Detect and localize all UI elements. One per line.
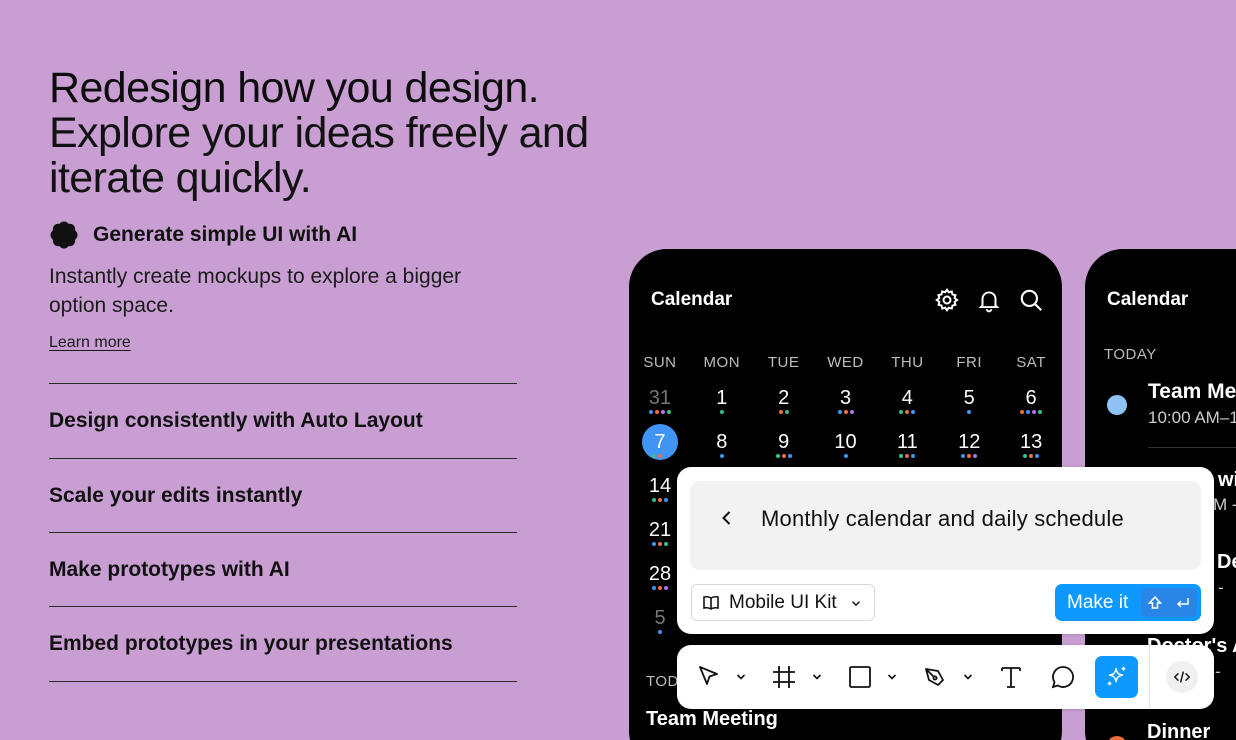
ai-flower-icon [50, 221, 78, 249]
shape-tool[interactable] [846, 663, 874, 691]
calendar-week: 7 8 9 10 11 12 13 [629, 424, 1062, 464]
calendar-day[interactable]: 1 [691, 380, 753, 420]
calendar-title: Calendar [1107, 289, 1189, 310]
feature-panel-active: Generate simple UI with AI Instantly cre… [49, 220, 519, 352]
accordion-item-scale-edits[interactable]: Scale your edits instantly [49, 458, 517, 532]
ai-prompt-panel: Monthly calendar and daily schedule Mobi… [677, 467, 1214, 634]
pen-tool[interactable] [921, 663, 949, 691]
calendar-week: 31 1 2 3 4 5 6 [629, 380, 1062, 420]
sparkle-icon [1107, 666, 1125, 686]
phone-header-icons [934, 287, 1044, 313]
comment-icon [1051, 666, 1074, 689]
chevron-down-icon [851, 600, 860, 606]
calendar-day-today[interactable]: 7 [629, 424, 691, 464]
chevron-down-icon[interactable] [963, 673, 973, 681]
event-time: 10:00 AM–1 [1148, 408, 1236, 427]
ui-kit-select[interactable]: Mobile UI Kit [691, 584, 875, 621]
ui-kit-label: Mobile UI Kit [729, 591, 837, 613]
event-title[interactable]: wit [1218, 469, 1236, 492]
event-title[interactable]: De [1217, 551, 1236, 574]
move-tool[interactable] [695, 663, 723, 691]
event-color-dot [1107, 395, 1127, 415]
frame-tool[interactable] [770, 663, 798, 691]
weekday-label: FRI [956, 354, 983, 371]
calendar-day[interactable]: 11 [876, 424, 938, 464]
today-section-label: TODAY [1104, 346, 1157, 363]
shortcut-keys [1141, 588, 1197, 617]
accordion-item-prototypes-ai[interactable]: Make prototypes with AI [49, 532, 517, 606]
weekday-label: WED [827, 354, 864, 371]
event-title[interactable]: Team Meeting [646, 708, 778, 731]
weekday-label: TUE [767, 354, 800, 371]
weekday-header: SUN MON TUE WED THU FRI SAT [629, 354, 1062, 371]
shift-icon [1147, 595, 1163, 609]
cursor-icon [699, 666, 718, 685]
chevron-left-icon[interactable] [717, 508, 737, 528]
calendar-day[interactable]: 9 [753, 424, 815, 464]
gear-icon[interactable] [934, 287, 960, 313]
calendar-day[interactable]: 10 [815, 424, 877, 464]
weekday-label: THU [891, 354, 924, 371]
weekday-label: SAT [1016, 354, 1046, 371]
chevron-down-icon[interactable] [736, 673, 746, 681]
design-toolbar [677, 645, 1214, 709]
calendar-title: Calendar [651, 289, 733, 310]
ai-tool-button[interactable] [1095, 656, 1138, 698]
chevron-down-icon[interactable] [812, 673, 822, 681]
comment-tool[interactable] [1049, 663, 1077, 691]
calendar-day[interactable]: 31 [629, 380, 691, 420]
learn-more-link[interactable]: Learn more [49, 334, 131, 352]
today-section-label: TOD [646, 673, 679, 690]
calendar-day[interactable]: 2 [753, 380, 815, 420]
chevron-down-icon[interactable] [887, 673, 897, 681]
event-time: M - [1213, 495, 1236, 514]
prompt-text: Monthly calendar and daily schedule [761, 506, 1124, 531]
weekday-label: MON [703, 354, 741, 371]
calendar-day[interactable]: 3 [815, 380, 877, 420]
frame-icon [773, 666, 795, 688]
weekday-label: SUN [643, 354, 677, 371]
dev-mode-toggle[interactable] [1166, 661, 1198, 693]
pen-icon [925, 668, 944, 686]
event-color-dot [1107, 736, 1127, 740]
calendar-day[interactable]: 12 [938, 424, 1000, 464]
bell-icon[interactable] [976, 287, 1002, 313]
calendar-day[interactable]: 5 [938, 380, 1000, 420]
event-time: - [1218, 578, 1224, 597]
toolbar-divider [1149, 645, 1150, 709]
event-time: - [1215, 662, 1221, 681]
calendar-day[interactable]: 13 [1000, 424, 1062, 464]
accordion-divider [49, 681, 517, 682]
event-title[interactable]: Team Mee [1148, 380, 1236, 404]
accordion-item-auto-layout[interactable]: Design consistently with Auto Layout [49, 383, 517, 457]
feature-description: Instantly create mockups to explore a bi… [49, 265, 462, 317]
rectangle-icon [849, 666, 871, 688]
make-it-label: Make it [1067, 591, 1129, 613]
make-it-button[interactable]: Make it [1055, 584, 1201, 621]
search-icon[interactable] [1018, 287, 1044, 313]
book-icon [703, 595, 719, 610]
calendar-day[interactable]: 6 [1000, 380, 1062, 420]
text-tool[interactable] [997, 663, 1025, 691]
calendar-day[interactable]: 4 [876, 380, 938, 420]
feature-title: Generate simple UI with AI [93, 223, 358, 246]
headline-rest: Explore your ideas freely and iterate qu… [49, 109, 589, 202]
divider [1148, 447, 1236, 448]
feature-title-row: Generate simple UI with AI [49, 220, 519, 250]
text-icon [1001, 667, 1021, 688]
calendar-day[interactable]: 8 [691, 424, 753, 464]
accordion-item-embed-prototypes[interactable]: Embed prototypes in your presentations [49, 606, 517, 680]
headline-bold: Redesign how you design. [49, 64, 540, 112]
hero-headline: Redesign how you design. Explore your id… [49, 66, 669, 201]
event-title[interactable]: Dinner [1147, 721, 1210, 740]
prompt-input[interactable]: Monthly calendar and daily schedule [690, 481, 1201, 570]
code-icon [1173, 671, 1191, 683]
return-icon [1176, 597, 1189, 608]
